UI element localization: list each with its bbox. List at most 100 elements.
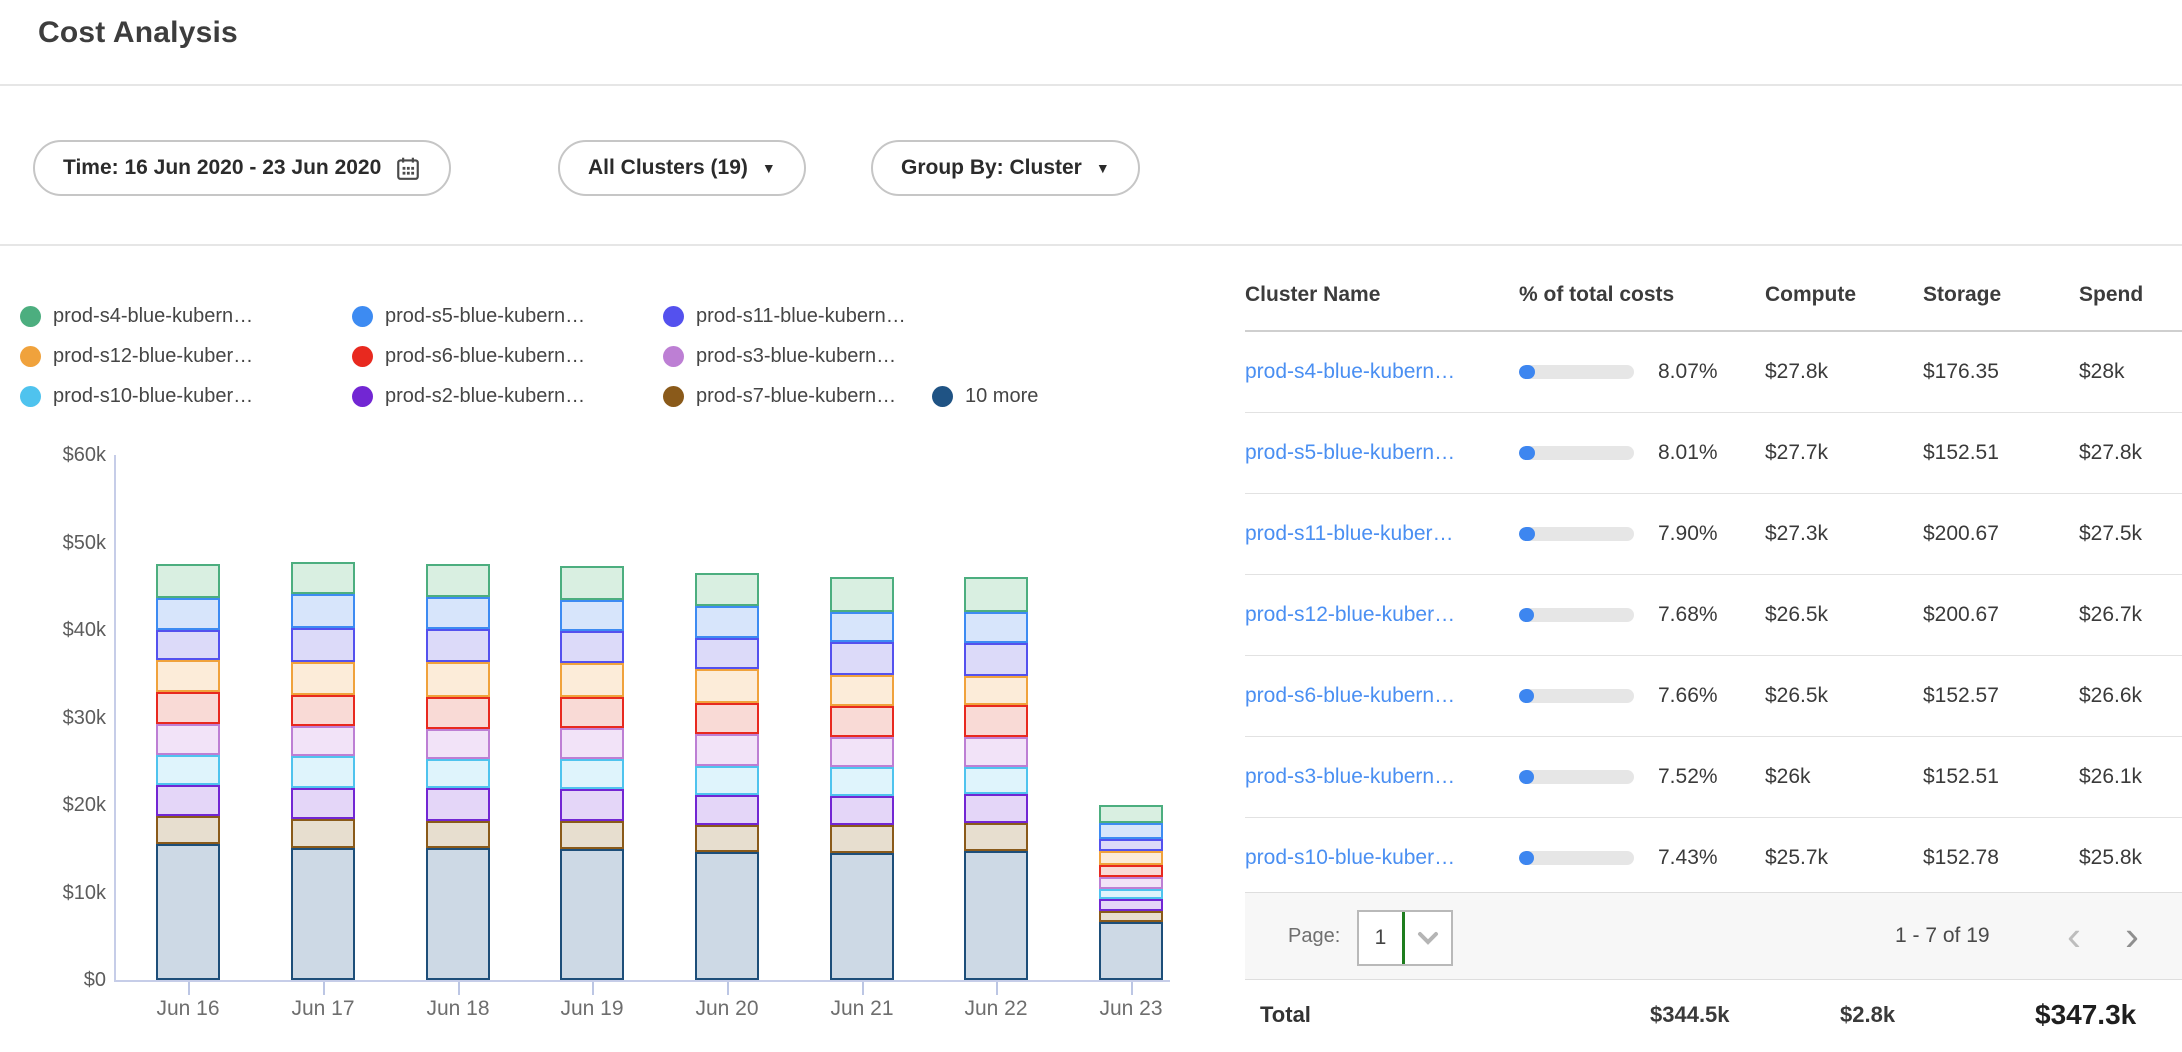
bar-segment[interactable] bbox=[560, 789, 624, 821]
bar-segment[interactable] bbox=[156, 660, 220, 692]
bar-segment[interactable] bbox=[1099, 899, 1163, 911]
bar-segment[interactable] bbox=[291, 848, 355, 980]
time-range-filter-button[interactable]: Time: 16 Jun 2020 - 23 Jun 2020 bbox=[33, 140, 451, 196]
bar-segment[interactable] bbox=[1099, 865, 1163, 876]
bar-segment[interactable] bbox=[1099, 839, 1163, 851]
bar-segment[interactable] bbox=[964, 577, 1028, 612]
bar-segment[interactable] bbox=[1099, 877, 1163, 889]
bar-segment[interactable] bbox=[156, 564, 220, 597]
legend-item[interactable]: prod-s4-blue-kubern… bbox=[20, 303, 253, 329]
bar-segment[interactable] bbox=[830, 675, 894, 707]
page-select-dropdown[interactable]: 1 bbox=[1357, 910, 1453, 966]
bar-segment[interactable] bbox=[426, 729, 490, 759]
bar-segment[interactable] bbox=[830, 737, 894, 768]
bar-segment[interactable] bbox=[426, 564, 490, 596]
bar-segment[interactable] bbox=[156, 692, 220, 724]
legend-item[interactable]: prod-s7-blue-kubern… bbox=[663, 383, 896, 409]
bar-segment[interactable] bbox=[291, 788, 355, 819]
bar-segment[interactable] bbox=[291, 562, 355, 594]
bar-segment[interactable] bbox=[560, 759, 624, 790]
bar-segment[interactable] bbox=[830, 577, 894, 612]
next-page-icon[interactable]: › bbox=[2125, 893, 2139, 979]
bar-segment[interactable] bbox=[1099, 922, 1163, 980]
bar-segment[interactable] bbox=[560, 821, 624, 849]
cluster-name-link[interactable]: prod-s12-blue-kuber… bbox=[1245, 603, 1519, 627]
legend-item[interactable]: prod-s3-blue-kubern… bbox=[663, 343, 896, 369]
bar-segment[interactable] bbox=[426, 662, 490, 697]
bar-segment[interactable] bbox=[695, 638, 759, 670]
bar-segment[interactable] bbox=[426, 759, 490, 789]
bar-segment[interactable] bbox=[426, 821, 490, 848]
bar-segment[interactable] bbox=[156, 785, 220, 817]
bar-segment[interactable] bbox=[291, 819, 355, 848]
bar-segment[interactable] bbox=[830, 706, 894, 737]
bar-segment[interactable] bbox=[695, 766, 759, 796]
bar-segment[interactable] bbox=[291, 756, 355, 788]
bar-segment[interactable] bbox=[695, 852, 759, 980]
bar-segment[interactable] bbox=[560, 600, 624, 631]
bar-segment[interactable] bbox=[560, 728, 624, 759]
bar-segment[interactable] bbox=[830, 853, 894, 980]
bar-segment[interactable] bbox=[1099, 805, 1163, 823]
bar-segment[interactable] bbox=[560, 697, 624, 728]
bar-segment[interactable] bbox=[560, 663, 624, 697]
legend-item[interactable]: prod-s6-blue-kubern… bbox=[352, 343, 585, 369]
bar-segment[interactable] bbox=[830, 642, 894, 674]
bar-segment[interactable] bbox=[830, 767, 894, 796]
cluster-name-link[interactable]: prod-s10-blue-kuber… bbox=[1245, 846, 1519, 870]
bar-segment[interactable] bbox=[426, 597, 490, 629]
cluster-name-link[interactable]: prod-s3-blue-kubern… bbox=[1245, 765, 1519, 789]
bar-segment[interactable] bbox=[695, 795, 759, 825]
cluster-name-link[interactable]: prod-s6-blue-kubern… bbox=[1245, 684, 1519, 708]
bar-segment[interactable] bbox=[695, 669, 759, 702]
cluster-name-link[interactable]: prod-s5-blue-kubern… bbox=[1245, 441, 1519, 465]
bar-segment[interactable] bbox=[426, 629, 490, 662]
bar-segment[interactable] bbox=[695, 703, 759, 735]
group-by-dropdown[interactable]: Group By: Cluster ▼ bbox=[871, 140, 1140, 196]
legend-item[interactable]: prod-s11-blue-kubern… bbox=[663, 303, 906, 329]
bar-segment[interactable] bbox=[695, 606, 759, 638]
legend-item[interactable]: prod-s10-blue-kuber… bbox=[20, 383, 253, 409]
bar-segment[interactable] bbox=[156, 598, 220, 630]
bar-segment[interactable] bbox=[695, 734, 759, 766]
bar-segment[interactable] bbox=[830, 612, 894, 643]
bar-segment[interactable] bbox=[1099, 851, 1163, 865]
bar-segment[interactable] bbox=[964, 794, 1028, 824]
bar-segment[interactable] bbox=[964, 767, 1028, 794]
legend-item[interactable]: prod-s12-blue-kuber… bbox=[20, 343, 253, 369]
bar-segment[interactable] bbox=[964, 612, 1028, 644]
bar-segment[interactable] bbox=[695, 573, 759, 606]
prev-page-icon[interactable]: ‹ bbox=[2067, 893, 2081, 979]
bar-segment[interactable] bbox=[426, 848, 490, 980]
bar-segment[interactable] bbox=[426, 697, 490, 729]
bar-segment[interactable] bbox=[291, 594, 355, 628]
bar-segment[interactable] bbox=[830, 825, 894, 853]
legend-item[interactable]: prod-s2-blue-kubern… bbox=[352, 383, 585, 409]
bar-segment[interactable] bbox=[964, 737, 1028, 767]
cluster-name-link[interactable]: prod-s11-blue-kuber… bbox=[1245, 522, 1519, 546]
bar-segment[interactable] bbox=[156, 844, 220, 981]
bar-segment[interactable] bbox=[1099, 823, 1163, 840]
legend-item[interactable]: prod-s5-blue-kubern… bbox=[352, 303, 585, 329]
bar-segment[interactable] bbox=[1099, 911, 1163, 922]
bar-segment[interactable] bbox=[560, 566, 624, 600]
bar-segment[interactable] bbox=[964, 823, 1028, 850]
bar-segment[interactable] bbox=[291, 662, 355, 695]
bar-segment[interactable] bbox=[1099, 889, 1163, 899]
bar-segment[interactable] bbox=[291, 628, 355, 661]
bar-segment[interactable] bbox=[964, 643, 1028, 675]
bar-segment[interactable] bbox=[291, 695, 355, 727]
bar-segment[interactable] bbox=[156, 724, 220, 756]
cluster-name-link[interactable]: prod-s4-blue-kubern… bbox=[1245, 360, 1519, 384]
legend-item[interactable]: 10 more bbox=[932, 383, 1038, 409]
bar-segment[interactable] bbox=[964, 676, 1028, 706]
bar-segment[interactable] bbox=[964, 851, 1028, 981]
bar-segment[interactable] bbox=[156, 816, 220, 843]
bar-segment[interactable] bbox=[830, 796, 894, 825]
bar-segment[interactable] bbox=[964, 705, 1028, 737]
bar-segment[interactable] bbox=[156, 755, 220, 785]
bar-segment[interactable] bbox=[156, 630, 220, 660]
clusters-filter-dropdown[interactable]: All Clusters (19) ▼ bbox=[558, 140, 806, 196]
bar-segment[interactable] bbox=[426, 788, 490, 820]
bar-segment[interactable] bbox=[695, 825, 759, 852]
